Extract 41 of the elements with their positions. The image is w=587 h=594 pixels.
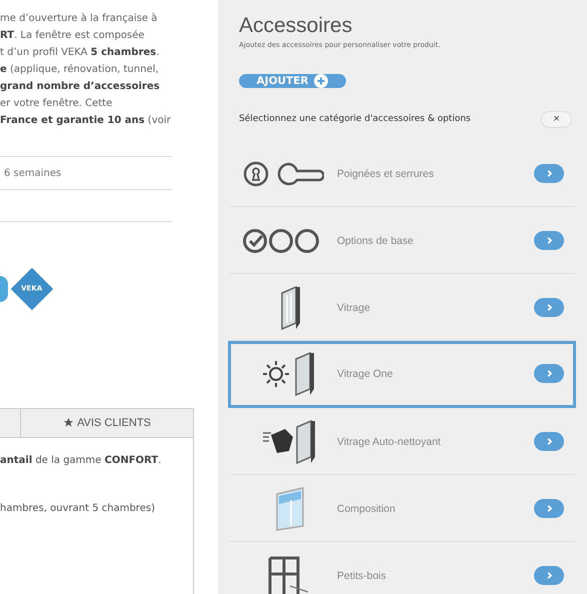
category-row[interactable]: Vitrage One xyxy=(228,341,576,408)
chevron-icon[interactable] xyxy=(534,499,564,518)
description-line: er votre fenêtre. Cette xyxy=(0,97,114,111)
star-icon xyxy=(63,417,74,428)
chevron-icon[interactable] xyxy=(534,364,564,383)
category-label: Options de base xyxy=(337,234,414,246)
chevron-icon[interactable] xyxy=(534,566,564,585)
chevron-icon[interactable] xyxy=(534,164,564,183)
category-row[interactable]: Poignées et serrures xyxy=(228,140,576,207)
chevron-icon[interactable] xyxy=(534,432,564,451)
tab[interactable] xyxy=(0,408,21,438)
category-row[interactable]: Vitrage Auto-nettoyant xyxy=(228,408,576,475)
description-line: t d’un profil VEKA 5 chambres. xyxy=(0,46,160,60)
description-line: me d’ouverture à la française à xyxy=(0,12,158,26)
tab-text: antail de la gamme CONFORT. xyxy=(0,454,162,468)
add-button[interactable]: AJOUTER xyxy=(239,74,346,88)
chevron-icon[interactable] xyxy=(534,231,564,250)
section-title: Accessoires xyxy=(239,14,354,38)
description-line: e (applique, rénovation, tunnel, xyxy=(0,63,160,77)
category-label: Vitrage Auto-nettoyant xyxy=(337,436,442,448)
category-row[interactable]: Options de base xyxy=(228,207,576,274)
tab[interactable]: AVIS CLIENTS xyxy=(21,408,194,438)
category-prompt: Sélectionnez une catégorie d'accessoires & options xyxy=(239,114,471,124)
plus-icon xyxy=(314,74,328,88)
category-row[interactable]: Composition xyxy=(228,475,576,542)
tab-text: hambres, ouvrant 5 chambres) xyxy=(0,502,156,516)
category-label: Petits-bois xyxy=(337,570,388,582)
category-label: Vitrage xyxy=(337,302,372,314)
delivery-time: 6 semaines xyxy=(4,168,62,178)
chevron-icon[interactable] xyxy=(534,298,564,317)
description-line: France et garantie 10 ans (voir xyxy=(0,114,172,128)
close-button[interactable]: × xyxy=(541,110,572,128)
description-line: RT. La fenêtre est composée xyxy=(0,29,146,43)
category-label: Composition xyxy=(337,502,396,514)
category-row[interactable]: Petits-bois xyxy=(228,542,576,594)
description-line: grand nombre d’accessoires xyxy=(0,80,161,94)
category-row[interactable]: Vitrage xyxy=(228,274,576,341)
category-label: Vitrage One xyxy=(337,368,394,380)
window-icon xyxy=(274,486,304,532)
category-label: Poignées et serrures xyxy=(337,168,435,180)
options-icon xyxy=(242,228,320,254)
